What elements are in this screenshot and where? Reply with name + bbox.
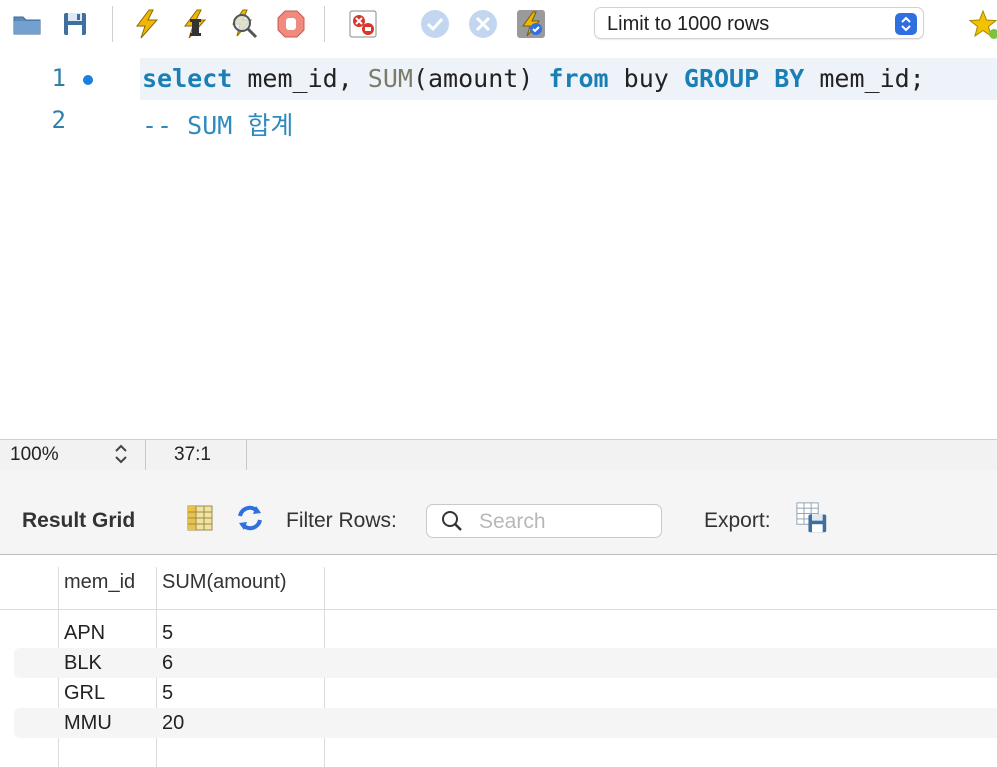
toggle-error-icon[interactable] xyxy=(346,6,380,42)
filter-search-box[interactable] xyxy=(426,504,662,538)
sql-identifier: mem_id; xyxy=(804,64,925,93)
cell-mem-id[interactable]: BLK xyxy=(64,652,102,675)
line-number: 1 xyxy=(51,64,66,92)
sql-statement[interactable]: select mem_id, SUM(amount) from buy GROU… xyxy=(142,64,925,93)
result-grid-tab[interactable]: Result Grid xyxy=(22,509,135,533)
sql-editor[interactable]: 1 select mem_id, SUM(amount) from buy GR… xyxy=(0,58,997,438)
stop-icon[interactable] xyxy=(274,6,308,42)
sql-editor-toolbar: Limit to 1000 rows xyxy=(0,0,997,52)
zoom-level[interactable]: 100% xyxy=(10,444,59,466)
limit-rows-select[interactable]: Limit to 1000 rows xyxy=(594,7,924,39)
code-line: -- SUM 합계 xyxy=(140,100,997,142)
sql-comment[interactable]: -- SUM 합계 xyxy=(142,106,293,142)
current-line-highlight: select mem_id, SUM(amount) from buy GROU… xyxy=(140,58,997,100)
editor-line: 1 select mem_id, SUM(amount) from buy GR… xyxy=(0,58,997,100)
sql-identifier: mem_id, xyxy=(232,64,368,93)
grid-header: mem_id SUM(amount) xyxy=(0,555,997,767)
commit-icon[interactable] xyxy=(418,6,452,42)
sql-keyword: from xyxy=(548,64,609,93)
search-input[interactable] xyxy=(477,509,656,535)
column-header-sum-amount[interactable]: SUM(amount) xyxy=(162,571,286,594)
table-row[interactable]: GRL 5 xyxy=(0,678,997,708)
limit-rows-value: Limit to 1000 rows xyxy=(607,13,770,35)
beautify-icon[interactable] xyxy=(966,6,997,42)
cell-sum-amount[interactable]: 5 xyxy=(162,682,173,705)
sql-function: SUM xyxy=(367,64,413,93)
export-label: Export: xyxy=(704,509,771,532)
cell-mem-id[interactable]: APN xyxy=(64,622,105,645)
statement-marker-icon xyxy=(83,75,93,85)
table-row[interactable]: APN 5 xyxy=(0,618,997,648)
result-toolbar: Result Grid Filter Rows: Export: xyxy=(0,470,997,555)
cell-sum-amount[interactable]: 6 xyxy=(162,652,173,675)
cell-sum-amount[interactable]: 20 xyxy=(162,712,184,735)
select-arrows-icon xyxy=(895,13,917,35)
save-icon[interactable] xyxy=(58,6,92,42)
line-number: 2 xyxy=(51,106,66,134)
filter-rows-label: Filter Rows: xyxy=(286,509,397,532)
table-row[interactable]: MMU 20 xyxy=(0,708,997,738)
sql-identifier: buy xyxy=(608,64,684,93)
editor-status-bar: 100% 37:1 xyxy=(0,439,997,471)
table-row[interactable]: BLK 6 xyxy=(0,648,997,678)
autocommit-icon[interactable] xyxy=(514,6,548,42)
cell-mem-id[interactable]: MMU xyxy=(64,712,112,735)
execute-icon[interactable] xyxy=(130,6,164,42)
sql-keyword: select xyxy=(142,64,233,93)
column-header-mem-id[interactable]: mem_id xyxy=(64,571,135,594)
execute-current-icon[interactable] xyxy=(178,6,212,42)
export-icon[interactable] xyxy=(796,502,828,534)
cell-sum-amount[interactable]: 5 xyxy=(162,622,173,645)
sql-identifier: (amount) xyxy=(412,64,549,93)
open-folder-icon[interactable] xyxy=(10,6,44,42)
cursor-position: 37:1 xyxy=(174,444,211,465)
cell-mem-id[interactable]: GRL xyxy=(64,682,105,705)
explain-icon[interactable] xyxy=(226,6,260,42)
editor-line: 2 -- SUM 합계 xyxy=(0,100,997,142)
grid-view-icon[interactable] xyxy=(184,502,216,534)
rollback-icon[interactable] xyxy=(466,6,500,42)
zoom-stepper-icon[interactable] xyxy=(114,443,128,465)
result-grid[interactable]: mem_id SUM(amount) APN 5 BLK 6 GRL 5 MMU… xyxy=(0,555,997,767)
search-icon xyxy=(441,510,463,537)
sql-keyword: GROUP BY xyxy=(683,64,805,93)
refresh-icon[interactable] xyxy=(234,502,266,534)
